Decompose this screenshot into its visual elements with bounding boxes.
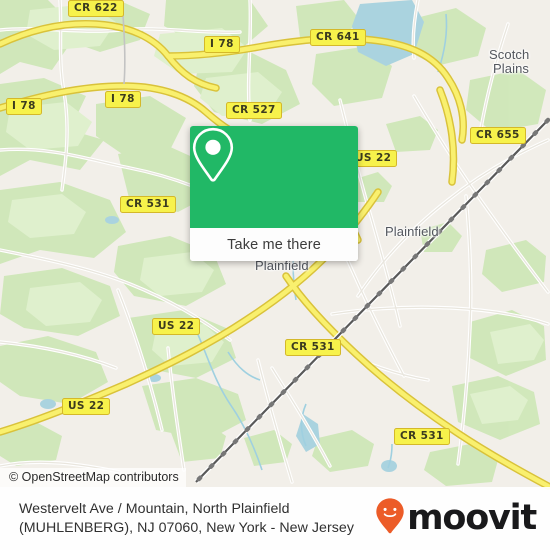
place-label-scotch: Scotch xyxy=(489,47,530,62)
road-shield: US 22 xyxy=(152,318,201,335)
moovit-wordmark: moovit xyxy=(407,498,537,538)
road-shield: CR 531 xyxy=(120,196,176,213)
take-me-there-label: Take me there xyxy=(227,236,321,253)
take-me-there-button[interactable]: Take me there xyxy=(190,228,358,261)
place-label-plains: Plains xyxy=(493,61,530,76)
road-shield: CR 527 xyxy=(226,102,282,119)
station-address-line1: Westervelt Ave / Mountain, North Plainfi… xyxy=(19,500,290,517)
road-shield: I 78 xyxy=(6,98,42,115)
place-label-plainfield: Plainfield xyxy=(385,224,439,239)
station-address: Westervelt Ave / Mountain, North Plainfi… xyxy=(19,500,369,538)
road-shield: CR 531 xyxy=(285,339,341,356)
road-shield: CR 531 xyxy=(394,428,450,445)
station-address-line2: (MUHLENBERG), NJ 07060, New York - New J… xyxy=(19,519,354,536)
road-shield: I 78 xyxy=(204,36,240,53)
road-shield: CR 641 xyxy=(310,29,366,46)
osm-attribution[interactable]: © OpenStreetMap contributors xyxy=(0,468,186,487)
road-shield: CR 622 xyxy=(68,0,124,17)
road-shield: I 78 xyxy=(105,91,141,108)
road-shield: US 22 xyxy=(62,398,111,415)
map-canvas[interactable]: CR 622 I 78 CR 641 I 78 I 78 CR 527 CR 6… xyxy=(0,0,550,550)
footer-bar: Westervelt Ave / Mountain, North Plainfi… xyxy=(0,487,550,550)
moovit-logo[interactable]: moovit xyxy=(375,497,537,540)
road-shield: CR 655 xyxy=(470,127,526,144)
moovit-pin-smile-icon xyxy=(375,497,405,540)
moovit-station-map-card: CR 622 I 78 CR 641 I 78 I 78 CR 527 CR 6… xyxy=(0,0,550,550)
card-pin-area xyxy=(190,126,358,228)
station-callout-card[interactable]: Take me there xyxy=(190,126,358,261)
